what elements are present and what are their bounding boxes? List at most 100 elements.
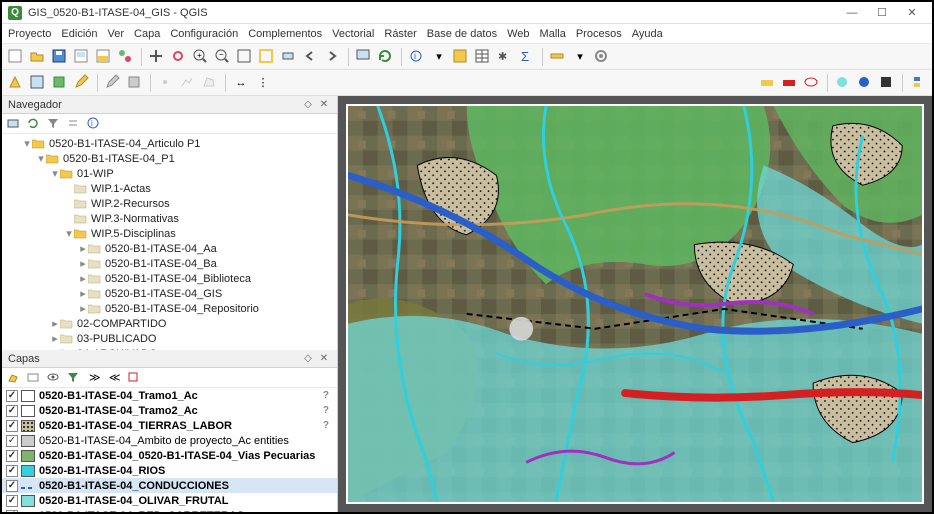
plugin-icon-5[interactable] — [855, 73, 875, 93]
layer-checkbox[interactable]: ✓ — [6, 435, 18, 447]
remove-layer-icon[interactable] — [126, 370, 142, 386]
add-group-icon[interactable] — [26, 370, 42, 386]
menu-configuración[interactable]: Configuración — [170, 28, 238, 40]
browser-item[interactable]: WIP.3-Normativas — [2, 211, 337, 226]
move-feature-icon[interactable]: ↔ — [231, 73, 251, 93]
identify-icon[interactable]: i — [407, 47, 427, 67]
style-manager-icon[interactable] — [116, 47, 136, 67]
minimize-button[interactable]: — — [838, 4, 866, 22]
deselect-icon[interactable] — [451, 47, 471, 67]
expand-all-icon[interactable]: ≫ — [86, 370, 102, 386]
layer-item[interactable]: ✓0520-B1-ITASE-04_RIOS — [2, 463, 337, 478]
python-console-icon[interactable] — [908, 73, 928, 93]
browser-item[interactable]: ▸02-COMPARTIDO — [2, 316, 337, 331]
layer-info-icon[interactable]: ? — [323, 405, 333, 416]
browser-item[interactable]: ▸03-PUBLICADO — [2, 331, 337, 346]
panel-close-icon[interactable]: ✕ — [317, 98, 331, 112]
new-shapefile-icon[interactable] — [50, 73, 70, 93]
menu-ráster[interactable]: Ráster — [384, 28, 416, 40]
pan-icon[interactable] — [147, 47, 167, 67]
digitize-line-icon[interactable] — [178, 73, 198, 93]
menu-edición[interactable]: Edición — [61, 28, 97, 40]
layer-checkbox[interactable]: ✓ — [6, 420, 18, 432]
layer-checkbox[interactable]: ✓ — [6, 390, 18, 402]
bookmark-icon[interactable]: ▾ — [570, 47, 590, 67]
menu-procesos[interactable]: Procesos — [576, 28, 622, 40]
browser-item[interactable]: ▸0520-B1-ITASE-04_Ba — [2, 256, 337, 271]
layer-item[interactable]: ✓0520-B1-ITASE-04_CONDUCCIONES — [2, 478, 337, 493]
filter-legend-icon[interactable] — [66, 370, 82, 386]
stats-icon[interactable]: Σ — [517, 47, 537, 67]
maximize-button[interactable]: ☐ — [868, 4, 896, 22]
menu-complementos[interactable]: Complementos — [248, 28, 322, 40]
layer-checkbox[interactable]: ✓ — [6, 405, 18, 417]
save-edits-icon[interactable] — [125, 73, 145, 93]
menu-capa[interactable]: Capa — [134, 28, 160, 40]
layer-item[interactable]: ✓0520-B1-ITASE-04_RED_CARRETERAS — [2, 508, 337, 512]
browser-item[interactable]: ▾0520-B1-ITASE-04_Articulo P1 — [2, 136, 337, 151]
browser-item[interactable]: ▸0520-B1-ITASE-04_GIS — [2, 286, 337, 301]
plugin-icon-6[interactable] — [877, 73, 897, 93]
properties-icon[interactable]: i — [86, 116, 102, 132]
layer-checkbox[interactable]: ✓ — [6, 480, 18, 492]
layer-item[interactable]: ✓0520-B1-ITASE-04_Tramo1_Ac? — [2, 388, 337, 403]
menu-web[interactable]: Web — [507, 28, 529, 40]
layer-item[interactable]: ✓0520-B1-ITASE-04_0520-B1-ITASE-04_Vias … — [2, 448, 337, 463]
layer-checkbox[interactable]: ✓ — [6, 450, 18, 462]
browser-item[interactable]: ▸0520-B1-ITASE-04_Biblioteca — [2, 271, 337, 286]
pan-to-selection-icon[interactable] — [169, 47, 189, 67]
layer-checkbox[interactable]: ✓ — [6, 465, 18, 477]
add-layer-icon[interactable] — [6, 116, 22, 132]
browser-item[interactable]: WIP.1-Actas — [2, 181, 337, 196]
menu-proyecto[interactable]: Proyecto — [8, 28, 51, 40]
browser-item[interactable]: ▾WIP.5-Disciplinas — [2, 226, 337, 241]
edit-icon[interactable] — [72, 73, 92, 93]
refresh-browser-icon[interactable] — [26, 116, 42, 132]
add-raster-icon[interactable] — [28, 73, 48, 93]
menu-ver[interactable]: Ver — [108, 28, 125, 40]
layer-item[interactable]: ✓0520-B1-ITASE-04_TIERRAS_LABOR? — [2, 418, 337, 433]
zoom-full-icon[interactable] — [235, 47, 255, 67]
browser-item[interactable]: WIP.2-Recursos — [2, 196, 337, 211]
layer-checkbox[interactable]: ✓ — [6, 495, 18, 507]
menu-vectorial[interactable]: Vectorial — [332, 28, 374, 40]
browser-item[interactable]: ▾0520-B1-ITASE-04_P1 — [2, 151, 337, 166]
close-button[interactable]: ✕ — [898, 4, 926, 22]
open-project-icon[interactable] — [28, 47, 48, 67]
zoom-next-icon[interactable] — [323, 47, 343, 67]
zoom-last-icon[interactable] — [301, 47, 321, 67]
zoom-out-icon[interactable]: − — [213, 47, 233, 67]
toolbox-icon[interactable] — [592, 47, 612, 67]
new-project-icon[interactable] — [6, 47, 26, 67]
measure-icon[interactable] — [548, 47, 568, 67]
plugin-icon-4[interactable] — [833, 73, 853, 93]
field-calc-icon[interactable]: ✱ — [495, 47, 515, 67]
layout-manager-icon[interactable] — [94, 47, 114, 67]
plugin-icon-3[interactable] — [802, 73, 822, 93]
new-map-view-icon[interactable] — [354, 47, 374, 67]
manage-visibility-icon[interactable] — [46, 370, 62, 386]
zoom-selection-icon[interactable] — [257, 47, 277, 67]
layers-panel[interactable]: ✓0520-B1-ITASE-04_Tramo1_Ac?✓0520-B1-ITA… — [2, 388, 337, 512]
browser-tree[interactable]: ▾0520-B1-ITASE-04_Articulo P1▾0520-B1-IT… — [2, 134, 337, 350]
browser-item[interactable]: ▾01-WIP — [2, 166, 337, 181]
digitize-icon[interactable] — [156, 73, 176, 93]
add-vector-icon[interactable] — [6, 73, 26, 93]
refresh-icon[interactable] — [376, 47, 396, 67]
layer-style-icon[interactable] — [6, 370, 22, 386]
layer-info-icon[interactable]: ? — [323, 390, 333, 401]
layer-info-icon[interactable]: ? — [323, 420, 333, 431]
browser-item[interactable]: ▸0520-B1-ITASE-04_Repositorio — [2, 301, 337, 316]
select-icon[interactable]: ▾ — [429, 47, 449, 67]
layer-checkbox[interactable]: ✓ — [6, 510, 18, 513]
zoom-layer-icon[interactable] — [279, 47, 299, 67]
layer-item[interactable]: ✓0520-B1-ITASE-04_Tramo2_Ac? — [2, 403, 337, 418]
panel-undock-icon[interactable]: ◇ — [301, 352, 315, 366]
digitize-poly-icon[interactable] — [200, 73, 220, 93]
vertex-tool-icon[interactable]: ⋮ — [253, 73, 273, 93]
panel-undock-icon[interactable]: ◇ — [301, 98, 315, 112]
browser-item[interactable]: ▸0520-B1-ITASE-04_Aa — [2, 241, 337, 256]
collapse-all-layers-icon[interactable]: ≪ — [106, 370, 122, 386]
layer-item[interactable]: ✓0520-B1-ITASE-04_OLIVAR_FRUTAL — [2, 493, 337, 508]
plugin-icon-2[interactable] — [780, 73, 800, 93]
